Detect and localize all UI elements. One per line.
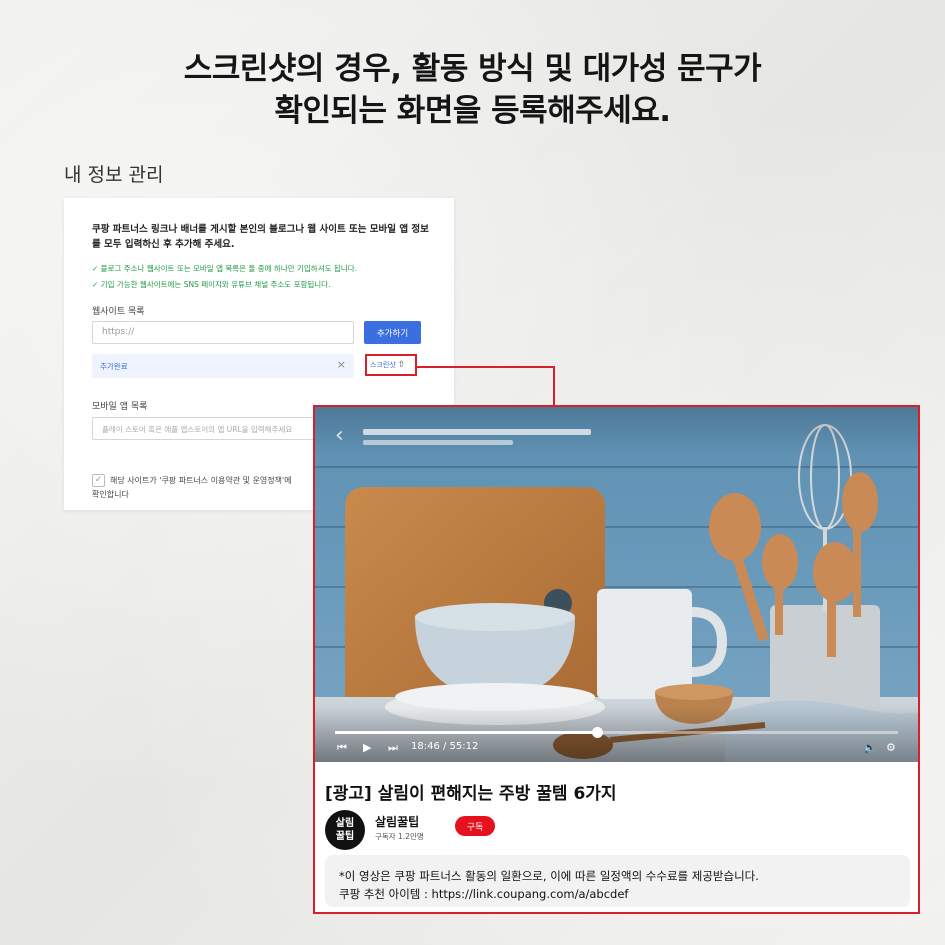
headline-line-2: 확인되는 화면을 등록해주세요. (274, 93, 671, 129)
back-icon[interactable]: ‹ (335, 423, 344, 448)
headline: 스크린샷의 경우, 활동 방식 및 대가성 문구가 확인되는 화면을 등록해주세… (0, 48, 945, 132)
avatar-text-2: 꿀팁 (335, 831, 355, 842)
progress-fill (335, 731, 597, 734)
blurred-title-bar (363, 429, 591, 435)
agree-text-continued: 확인합니다 (92, 490, 129, 499)
remove-icon[interactable]: × (337, 358, 346, 371)
play-icon[interactable]: ▶ (363, 741, 371, 754)
video-card: ‹ ⏮ ▶ ⏭ 18:46 / 55:12 🔈 ⚙ [광고] 살림이 편해지는 … (313, 405, 920, 914)
added-status: 추가완료 (100, 362, 128, 371)
channel-name[interactable]: 살림꿀팁 (375, 813, 419, 830)
subscriber-count: 구독자 1.2만명 (375, 832, 424, 841)
disclosure-text: *이 영상은 쿠팡 파트너스 활동의 일환으로, 이에 따른 일정액의 수수료를… (339, 869, 759, 883)
avatar-text-1: 살림 (335, 818, 355, 829)
volume-icon[interactable]: 🔈 (863, 741, 877, 754)
agree-text: 해당 사이트가 '쿠팡 파트너스 이용약관 및 운영정책'에 (110, 476, 292, 485)
time-readout: 18:46 / 55:12 (411, 741, 479, 752)
video-player[interactable]: ‹ ⏮ ▶ ⏭ 18:46 / 55:12 🔈 ⚙ (315, 407, 918, 762)
settings-icon[interactable]: ⚙ (886, 741, 896, 754)
next-icon[interactable]: ⏭ (388, 741, 398, 755)
mobile-app-list-label: 모바일 앱 목록 (92, 402, 148, 412)
video-description: *이 영상은 쿠팡 파트너스 활동의 일환으로, 이에 따른 일정액의 수수료를… (325, 855, 910, 907)
screenshot-label: 스크린샷 (370, 361, 396, 369)
intro-text: 쿠팡 파트너스 링크나 배너를 게시할 본인의 블로그나 웹 사이트 또는 모바… (92, 224, 429, 250)
connector-line-horizontal (417, 366, 555, 368)
check-note-2: ✓ 기입 가능한 웹사이트에는 SNS 페이지와 유튜브 채널 주소도 포함됩니… (92, 280, 331, 289)
controls-overlay (315, 707, 918, 762)
check-note-1: ✓ 블로그 주소나 웹사이트 또는 모바일 앱 목록은 둘 중에 하나만 기입하… (92, 264, 357, 273)
recommended-link-text[interactable]: 쿠팡 추천 아이템 : https://link.coupang.com/a/a… (339, 885, 896, 903)
headline-line-1: 스크린샷의 경우, 활동 방식 및 대가성 문구가 (183, 51, 762, 87)
previous-icon[interactable]: ⏮ (337, 741, 347, 755)
add-website-button[interactable]: 추가하기 (364, 321, 421, 344)
website-url-input[interactable]: https:// (92, 321, 354, 344)
progress-bar[interactable] (335, 727, 898, 738)
added-website-row: 추가완료 × (92, 354, 354, 378)
progress-knob[interactable] (591, 727, 603, 738)
website-list-label: 웹사이트 목록 (92, 307, 145, 317)
video-title: [광고] 살림이 편해지는 주방 꿀템 6가지 (325, 784, 617, 804)
upload-icon: ⇧ (397, 360, 406, 370)
subscribe-button[interactable]: 구독 (455, 816, 495, 836)
channel-avatar[interactable]: 살림 꿀팁 (325, 810, 365, 850)
connector-line-vertical (553, 366, 555, 406)
screenshot-upload-button[interactable]: 스크린샷 ⇧ (365, 354, 417, 376)
agree-checkbox[interactable]: ✓ (92, 474, 105, 487)
blurred-subtitle-bar (363, 440, 513, 445)
page-title: 내 정보 관리 (64, 164, 164, 186)
